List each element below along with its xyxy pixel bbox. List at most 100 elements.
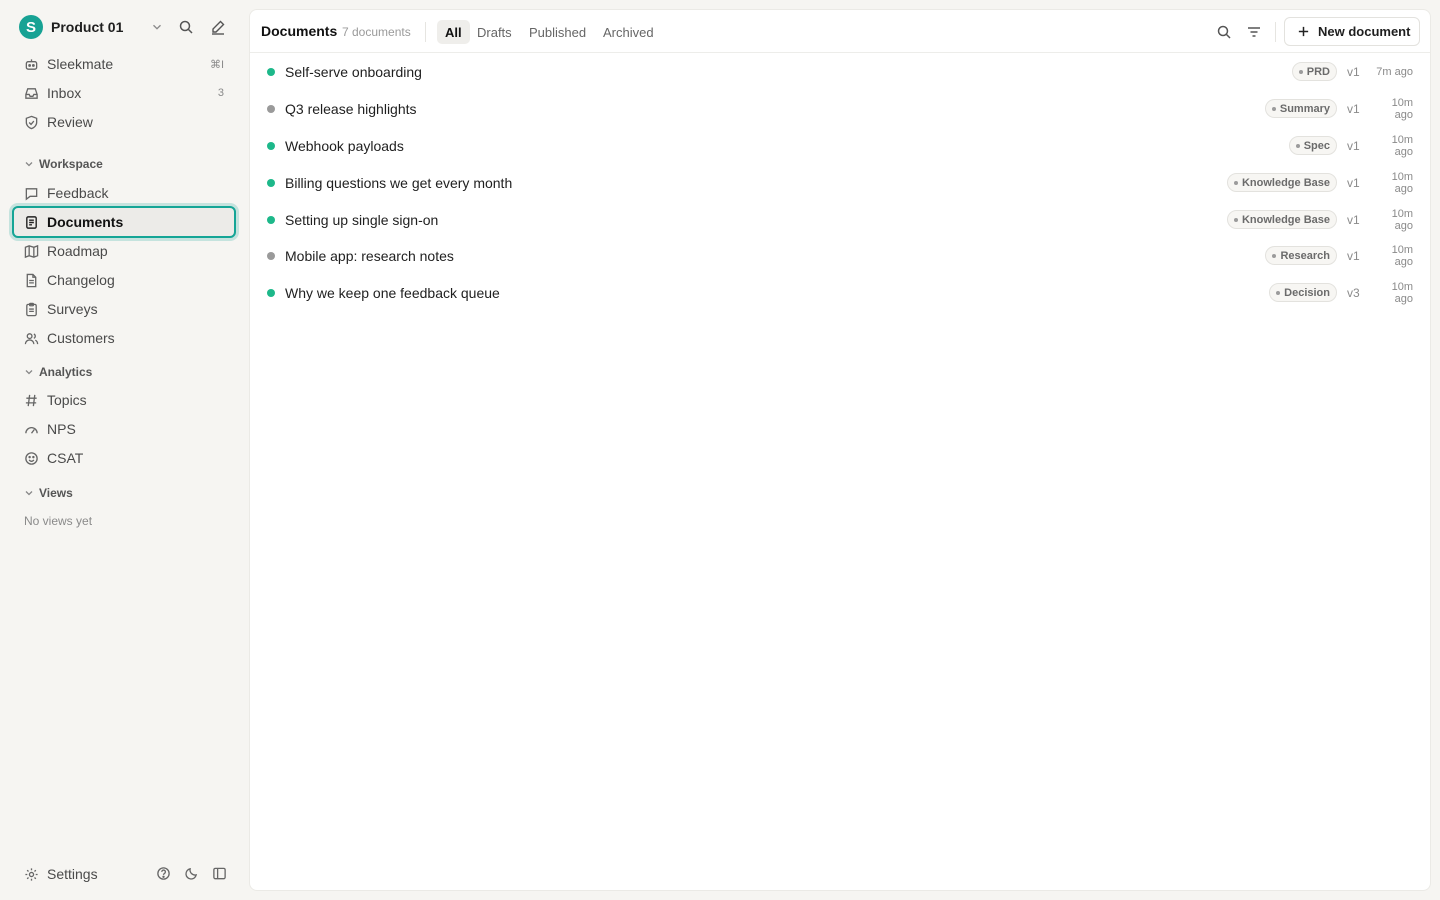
documents-toolbar: Documents 7 documents All Drafts Publish… [250, 10, 1430, 53]
document-meta: Summary v1 10m ago [1264, 96, 1413, 121]
sidebar-item-label: Sleekmate [47, 56, 114, 72]
search-icon[interactable] [178, 19, 194, 35]
section-analytics-toggle[interactable]: Analytics [24, 364, 92, 380]
settings-label: Settings [47, 866, 98, 882]
sidebar-item-label: Topics [47, 392, 87, 408]
tag-dot [1233, 180, 1238, 185]
sidebar-toggle-icon[interactable] [212, 866, 227, 881]
moon-icon[interactable] [184, 866, 199, 881]
document-row[interactable]: Billing questions we get every month Know… [250, 164, 1430, 201]
gauge-icon [25, 426, 38, 434]
document-updated: 10m ago [1391, 243, 1413, 268]
document-title[interactable]: Webhook payloads [285, 138, 404, 154]
section-label: Workspace [39, 157, 103, 171]
sidebar-item-csat[interactable]: CSAT [12, 444, 236, 472]
document-updated: 10m ago [1391, 207, 1413, 232]
sidebar-item-label: CSAT [47, 450, 84, 466]
tag-dot [1276, 290, 1281, 295]
shortcut-hint: ⌘I [209, 58, 224, 71]
inbox-icon [25, 87, 38, 99]
document-title[interactable]: Q3 release highlights [285, 101, 417, 117]
document-version: v1 [1347, 212, 1360, 227]
status-dot [267, 141, 275, 150]
new-document-label: New document [1318, 24, 1411, 39]
tab-archived[interactable]: Archived [595, 20, 662, 44]
document-type-tag: Knowledge Base [1226, 173, 1337, 192]
section-workspace-toggle[interactable]: Workspace [24, 156, 103, 172]
shield-check-icon [25, 115, 38, 129]
tab-all[interactable]: All [437, 20, 470, 44]
document-version: v1 [1347, 138, 1360, 153]
tag-dot [1272, 253, 1277, 258]
tag-dot [1271, 106, 1276, 111]
workspace-logo: S [19, 15, 43, 39]
document-title[interactable]: Billing questions we get every month [285, 175, 512, 191]
views-empty-note: No views yet [24, 514, 93, 528]
settings-button[interactable]: Settings [24, 862, 98, 886]
section-views-toggle[interactable]: Views [24, 485, 73, 501]
document-version: v1 [1347, 175, 1360, 190]
sidebar-item-sleekmate[interactable]: Sleekmate ⌘I [12, 50, 236, 78]
new-document-button[interactable]: New document [1284, 17, 1420, 46]
tag-label: PRD [1306, 65, 1330, 78]
hash-icon [25, 394, 37, 406]
document-type-tag: PRD [1291, 62, 1337, 81]
sidebar-item-roadmap[interactable]: Roadmap [12, 237, 236, 265]
gear-icon [25, 867, 38, 881]
sidebar-item-documents[interactable]: Documents [12, 206, 236, 238]
tag-label: Knowledge Base [1241, 176, 1330, 189]
document-type-tag: Decision [1269, 283, 1337, 302]
sidebar-item-label: Changelog [47, 272, 115, 288]
workspace-switcher[interactable]: S Product 01 [12, 12, 236, 42]
document-row[interactable]: Mobile app: research notes Research v1 10m … [250, 237, 1430, 274]
sidebar-item-review[interactable]: Review [12, 108, 236, 136]
sidebar-item-nps[interactable]: NPS [12, 415, 236, 443]
sidebar-item-topics[interactable]: Topics [12, 386, 236, 414]
tag-label: Summary [1279, 102, 1330, 115]
sidebar-item-label: Feedback [47, 185, 109, 201]
plus-icon [1298, 26, 1309, 37]
document-title[interactable]: Setting up single sign-on [285, 212, 438, 228]
sidebar-item-feedback[interactable]: Feedback [12, 179, 236, 207]
tag-label: Decision [1284, 286, 1330, 299]
file-text-icon [26, 273, 37, 287]
document-row[interactable]: Webhook payloads Spec v1 10m ago [250, 127, 1430, 164]
tag-label: Knowledge Base [1241, 213, 1330, 226]
chevron-down-icon[interactable] [150, 20, 164, 34]
document-count: 7 documents [342, 25, 411, 39]
sidebar-item-inbox[interactable]: Inbox 3 [12, 79, 236, 107]
document-row[interactable]: Setting up single sign-on Knowledge Base v… [250, 201, 1430, 238]
chevron-down-icon [25, 370, 33, 375]
document-title[interactable]: Self-serve onboarding [285, 64, 422, 80]
sidebar: S Product 01 Sleekmate ⌘I Inbox 3 Review… [0, 0, 248, 900]
tab-published[interactable]: Published [521, 20, 594, 44]
document-meta: PRD v1 7m ago [1291, 62, 1413, 81]
chevron-down-icon [25, 162, 33, 167]
inbox-count-badge: 3 [217, 87, 224, 99]
document-row[interactable]: Why we keep one feedback queue Decision v3… [250, 274, 1430, 311]
document-title[interactable]: Mobile app: research notes [285, 248, 454, 264]
tab-drafts[interactable]: Drafts [469, 20, 520, 44]
tag-label: Research [1280, 249, 1330, 262]
document-updated: 10m ago [1391, 280, 1413, 305]
map-icon [24, 244, 39, 258]
document-version: v1 [1347, 64, 1360, 79]
document-row[interactable]: Q3 release highlights Summary v1 10m ago [250, 90, 1430, 127]
document-row[interactable]: Self-serve onboarding PRD v1 7m ago [250, 53, 1430, 90]
clipboard-icon [26, 302, 37, 316]
sidebar-item-customers[interactable]: Customers [12, 324, 236, 352]
sidebar-item-changelog[interactable]: Changelog [12, 266, 236, 294]
users-icon [24, 332, 39, 344]
document-title[interactable]: Why we keep one feedback queue [285, 285, 500, 301]
message-square-icon [25, 187, 38, 200]
document-updated: 10m ago [1391, 96, 1413, 121]
document-version: v1 [1347, 101, 1360, 116]
help-icon[interactable] [156, 866, 171, 881]
sidebar-item-surveys[interactable]: Surveys [12, 295, 236, 323]
filter-icon[interactable] [1246, 24, 1262, 40]
status-dot [267, 251, 275, 260]
sidebar-item-label: Customers [47, 330, 115, 346]
compose-icon[interactable] [210, 19, 226, 35]
status-dot [267, 178, 275, 187]
search-icon[interactable] [1216, 24, 1232, 40]
